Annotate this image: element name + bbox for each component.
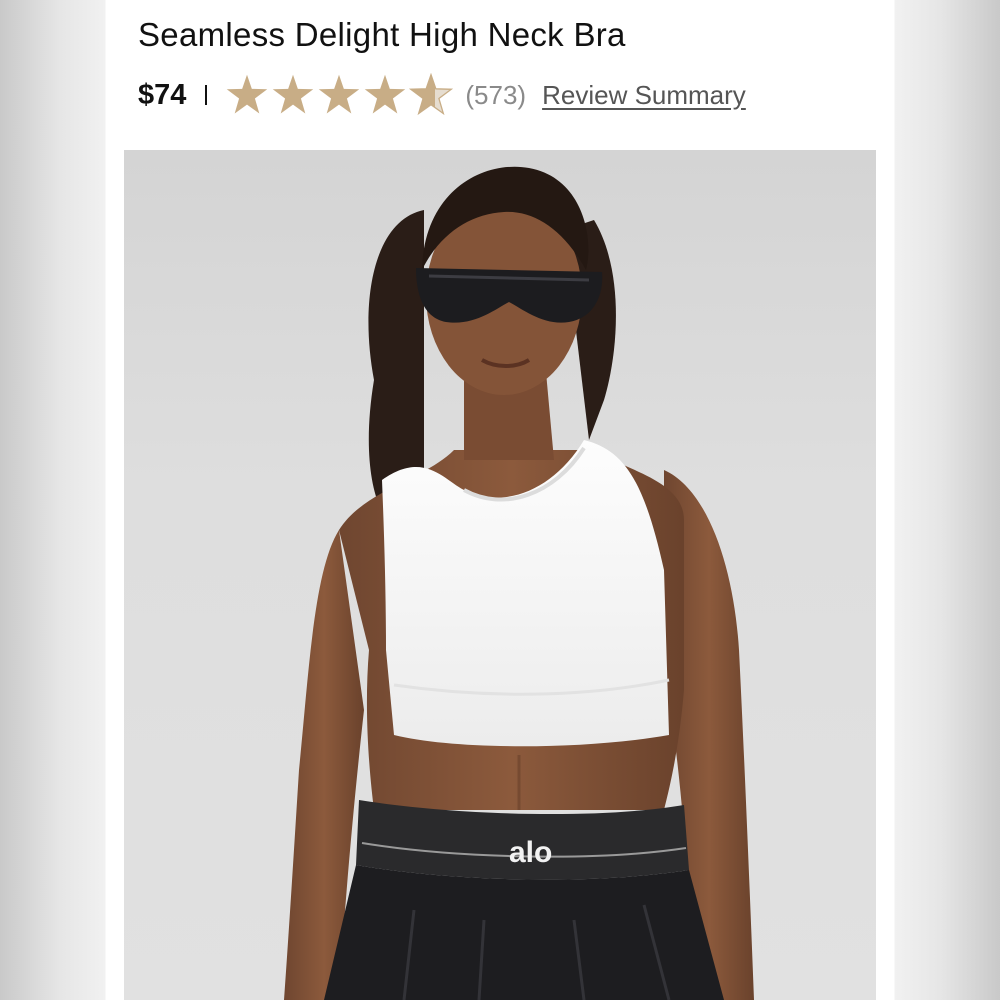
star-icon [365, 74, 406, 114]
waistband-logo: alo [509, 836, 552, 869]
price-rating-row: $74 (573) Review Summary [138, 72, 746, 118]
star-icon [227, 74, 268, 114]
star-icon [409, 73, 454, 116]
product-title: Seamless Delight High Neck Bra [138, 16, 626, 53]
star-icon [273, 74, 314, 114]
star-rating[interactable] [225, 73, 455, 117]
product-card: Seamless Delight High Neck Bra $74 (573)… [106, 0, 894, 1000]
product-photo[interactable]: alo [124, 150, 876, 1000]
product-price: $74 [138, 78, 187, 111]
review-summary-link[interactable]: Review Summary [542, 80, 746, 111]
star-icon [319, 74, 360, 114]
review-count: (573) [465, 79, 527, 110]
price-divider [205, 85, 208, 105]
